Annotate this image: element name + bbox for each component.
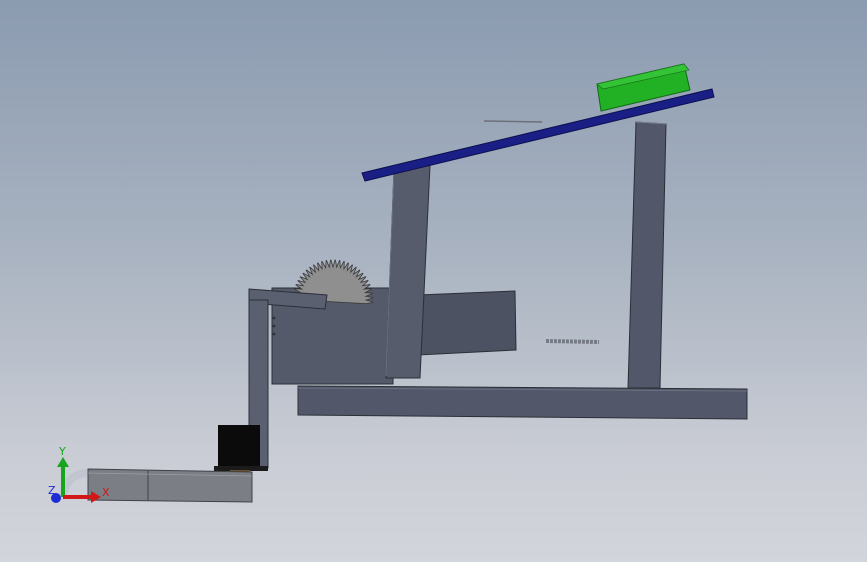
small-spring (545, 339, 600, 344)
x-axis-label: X (102, 486, 110, 499)
y-axis-head (57, 457, 69, 467)
bottom-bar (87, 468, 253, 503)
z-axis-label: Z (48, 484, 56, 497)
motor (218, 425, 260, 469)
triad-arc (59, 469, 88, 498)
floating-line (483, 120, 543, 123)
cad-model: Y X Z (48, 63, 748, 503)
y-axis-label: Y (58, 445, 66, 458)
3d-viewport[interactable]: Y X Z (0, 0, 867, 562)
right-post (627, 121, 667, 389)
middle-arm (417, 290, 517, 356)
